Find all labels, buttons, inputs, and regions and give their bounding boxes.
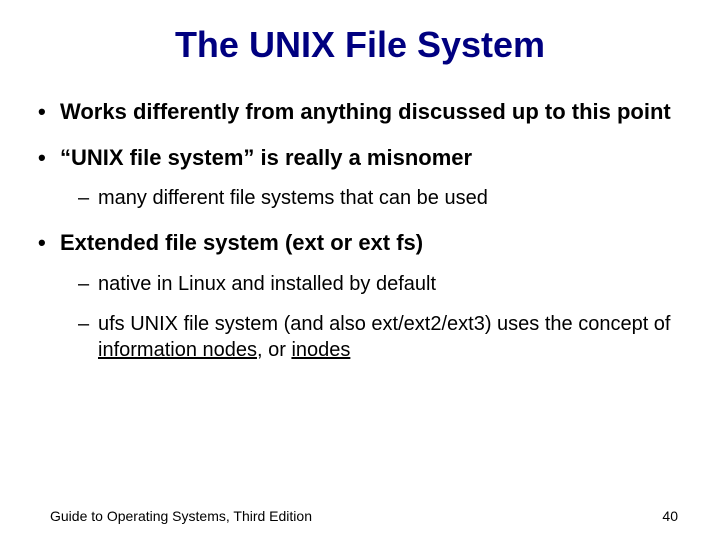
sub-bullet-list: many different file systems that can be …	[60, 185, 690, 211]
slide-footer: Guide to Operating Systems, Third Editio…	[0, 508, 720, 524]
underlined-term: inodes	[291, 339, 350, 361]
bullet-text: Extended file system (ext or ext fs)	[60, 230, 423, 255]
sub-bullet-list: native in Linux and installed by default…	[60, 271, 690, 363]
bullet-item: “UNIX file system” is really a misnomer …	[38, 144, 690, 212]
sub-bullet-text: ufs UNIX file system (and also ext/ext2/…	[98, 313, 671, 335]
bullet-item: Extended file system (ext or ext fs) nat…	[38, 229, 690, 363]
underlined-term: information nodes	[98, 339, 257, 361]
sub-bullet-item: native in Linux and installed by default	[78, 271, 690, 297]
sub-bullet-text: , or	[257, 339, 291, 361]
sub-bullet-item: ufs UNIX file system (and also ext/ext2/…	[78, 311, 690, 363]
page-number: 40	[662, 508, 678, 524]
bullet-list: Works differently from anything discusse…	[30, 98, 690, 363]
bullet-text: “UNIX file system” is really a misnomer	[60, 145, 472, 170]
footer-source: Guide to Operating Systems, Third Editio…	[50, 508, 312, 524]
bullet-item: Works differently from anything discusse…	[38, 98, 690, 126]
sub-bullet-item: many different file systems that can be …	[78, 185, 690, 211]
slide-title: The UNIX File System	[30, 24, 690, 66]
